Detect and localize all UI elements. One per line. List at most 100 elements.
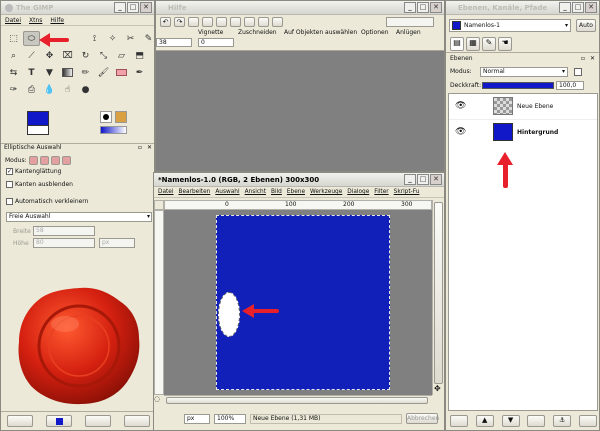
options-menu-icon[interactable]: ▫ <box>138 144 142 151</box>
tool-icon-e[interactable] <box>244 17 255 27</box>
hscroll-thumb[interactable] <box>166 397 428 404</box>
horizontal-ruler[interactable]: 0 100 200 300 <box>164 200 432 210</box>
fuzzy-select-tool[interactable]: ✧ <box>104 31 121 46</box>
convolve-tool[interactable]: 💧 <box>41 82 58 97</box>
toolbar-dropdown[interactable] <box>386 17 434 27</box>
reset-options-button[interactable] <box>123 415 150 427</box>
restore-options-button[interactable] <box>46 415 73 427</box>
navigate-icon[interactable]: ✥ <box>434 384 441 393</box>
img-menu-bild[interactable]: Bild <box>271 189 282 195</box>
anchor-layer-button[interactable]: ⚓ <box>553 414 572 427</box>
eye-icon[interactable]: 👁 <box>455 127 466 137</box>
layers-menu-icon[interactable]: ▫ <box>581 53 585 65</box>
image-select-dropdown[interactable]: Namenlos-1 ▾ <box>449 19 571 32</box>
image-minimize-button[interactable]: _ <box>404 174 416 185</box>
toolbox-titlebar[interactable]: The GIMP _ □ ✕ <box>1 1 154 15</box>
foreground-color-swatch[interactable] <box>27 111 49 126</box>
magnify-tool[interactable]: ⌕ <box>5 48 22 63</box>
width-input[interactable]: 58 <box>33 226 95 236</box>
tab-paths[interactable]: ✎ <box>482 37 496 51</box>
tool-icon-d[interactable] <box>230 17 241 27</box>
gradient-preview[interactable] <box>100 126 127 134</box>
save-options-button[interactable] <box>7 415 34 427</box>
pencil-tool[interactable]: ✏ <box>77 65 94 80</box>
mode-intersect-button[interactable] <box>61 155 71 165</box>
close-button[interactable]: ✕ <box>140 2 152 13</box>
delete-options-button[interactable] <box>84 415 111 427</box>
tool-icon-c[interactable] <box>216 17 227 27</box>
empty-close-button[interactable]: ✕ <box>430 2 442 13</box>
eye-icon[interactable]: 👁 <box>455 101 466 111</box>
mode-subtract-button[interactable] <box>50 155 60 165</box>
eyedropper-tool[interactable]: ✎ <box>140 31 154 46</box>
unit-select[interactable]: px <box>99 238 135 248</box>
menu-datei[interactable]: Datei <box>5 17 21 24</box>
value1-input[interactable]: 38 <box>156 38 192 47</box>
img-menu-ebene[interactable]: Ebene <box>287 189 305 195</box>
tool-icon-f[interactable] <box>258 17 269 27</box>
height-input[interactable]: 80 <box>33 238 95 248</box>
menu-hilfe[interactable]: Hilfe <box>50 17 64 24</box>
layer-mode-dropdown[interactable]: Normal ▾ <box>480 67 568 77</box>
measure-tool[interactable]: ⟋ <box>23 48 40 63</box>
layers-close-button[interactable]: ✕ <box>585 2 597 13</box>
empty-minimize-button[interactable]: _ <box>404 2 416 13</box>
img-menu-dialoge[interactable]: Dialoge <box>347 189 369 195</box>
scale-tool[interactable]: ⤡ <box>95 48 112 63</box>
image-window-titlebar[interactable]: *Namenlos-1.0 (RGB, 2 Ebenen) 300x300 _ … <box>154 173 444 187</box>
redo-icon[interactable]: ↷ <box>174 17 185 27</box>
layers-close-icon[interactable]: ✕ <box>590 53 595 65</box>
tab-undo[interactable]: ☚ <box>498 37 512 51</box>
zoom-dropdown[interactable]: 100% <box>214 413 246 424</box>
paintbrush-tool[interactable]: 🖌 <box>95 65 112 80</box>
bucket-fill-tool[interactable]: ▼ <box>41 65 58 80</box>
clone-tool[interactable]: ⎙ <box>23 82 40 97</box>
unit-dropdown[interactable]: px <box>184 413 210 424</box>
scissors-tool[interactable]: ✂ <box>122 31 139 46</box>
rect-select-tool[interactable]: ⬚ <box>5 31 22 46</box>
vertical-ruler[interactable] <box>154 210 164 395</box>
duplicate-layer-button[interactable] <box>527 414 546 427</box>
vertical-scrollbar[interactable]: ✥ <box>432 200 444 395</box>
scroll-thumb[interactable] <box>434 202 443 384</box>
options-close-icon[interactable]: ✕ <box>147 144 152 151</box>
layers-minimize-button[interactable]: _ <box>559 2 571 13</box>
quickmask-icon[interactable]: ◌ <box>154 395 164 405</box>
pattern-preview[interactable] <box>115 111 127 123</box>
free-select-tool[interactable]: ⟟ <box>86 31 103 46</box>
flip-tool[interactable]: ⇆ <box>5 65 22 80</box>
ellipse-select-tool[interactable]: ⬭ <box>23 31 40 46</box>
tool-icon-g[interactable] <box>272 17 283 27</box>
menu-xtns[interactable]: Xtns <box>29 17 42 24</box>
move-tool[interactable]: ✥ <box>41 48 58 63</box>
rotate-tool[interactable]: ↻ <box>77 48 94 63</box>
opacity-input[interactable]: 100,0 <box>556 81 584 90</box>
minimize-button[interactable]: _ <box>114 2 126 13</box>
img-menu-skript-fu[interactable]: Skript-Fu <box>394 189 420 195</box>
layers-maximize-button[interactable]: □ <box>572 2 584 13</box>
blend-tool[interactable] <box>59 65 76 80</box>
feather-row[interactable]: Kanten ausblenden <box>1 181 154 192</box>
keep-transparency-checkbox[interactable] <box>574 68 582 76</box>
layer-row[interactable]: 👁 Neue Ebene <box>449 94 597 120</box>
tool-icon-a[interactable] <box>188 17 199 27</box>
auto-button[interactable]: Auto <box>576 19 596 32</box>
mode-add-button[interactable] <box>39 155 49 165</box>
tool-icon-b[interactable] <box>202 17 213 27</box>
raise-layer-button[interactable]: ▲ <box>475 414 494 427</box>
text-tool[interactable]: T <box>23 65 40 80</box>
antialias-row[interactable]: ✓ Kantenglättung <box>1 168 154 179</box>
crop-tool[interactable]: ⌧ <box>59 48 76 63</box>
ruler-corner[interactable] <box>154 200 164 210</box>
img-menu-auswahl[interactable]: Auswahl <box>215 189 239 195</box>
autoshrink-row[interactable]: Automatisch verkleinern <box>1 198 154 209</box>
autoshrink-checkbox[interactable] <box>6 198 13 205</box>
new-layer-button[interactable] <box>449 414 468 427</box>
empty-window-titlebar[interactable]: Hilfe _ □ ✕ <box>156 1 444 15</box>
selection-type-select[interactable]: Freie Auswahl ▾ <box>6 212 152 222</box>
img-menu-filter[interactable]: Filter <box>374 189 388 195</box>
canvas-area[interactable] <box>164 210 432 395</box>
mode-replace-button[interactable] <box>28 155 38 165</box>
dodge-burn-tool[interactable]: ● <box>77 82 94 97</box>
img-menu-bearbeiten[interactable]: Bearbeiten <box>178 189 210 195</box>
